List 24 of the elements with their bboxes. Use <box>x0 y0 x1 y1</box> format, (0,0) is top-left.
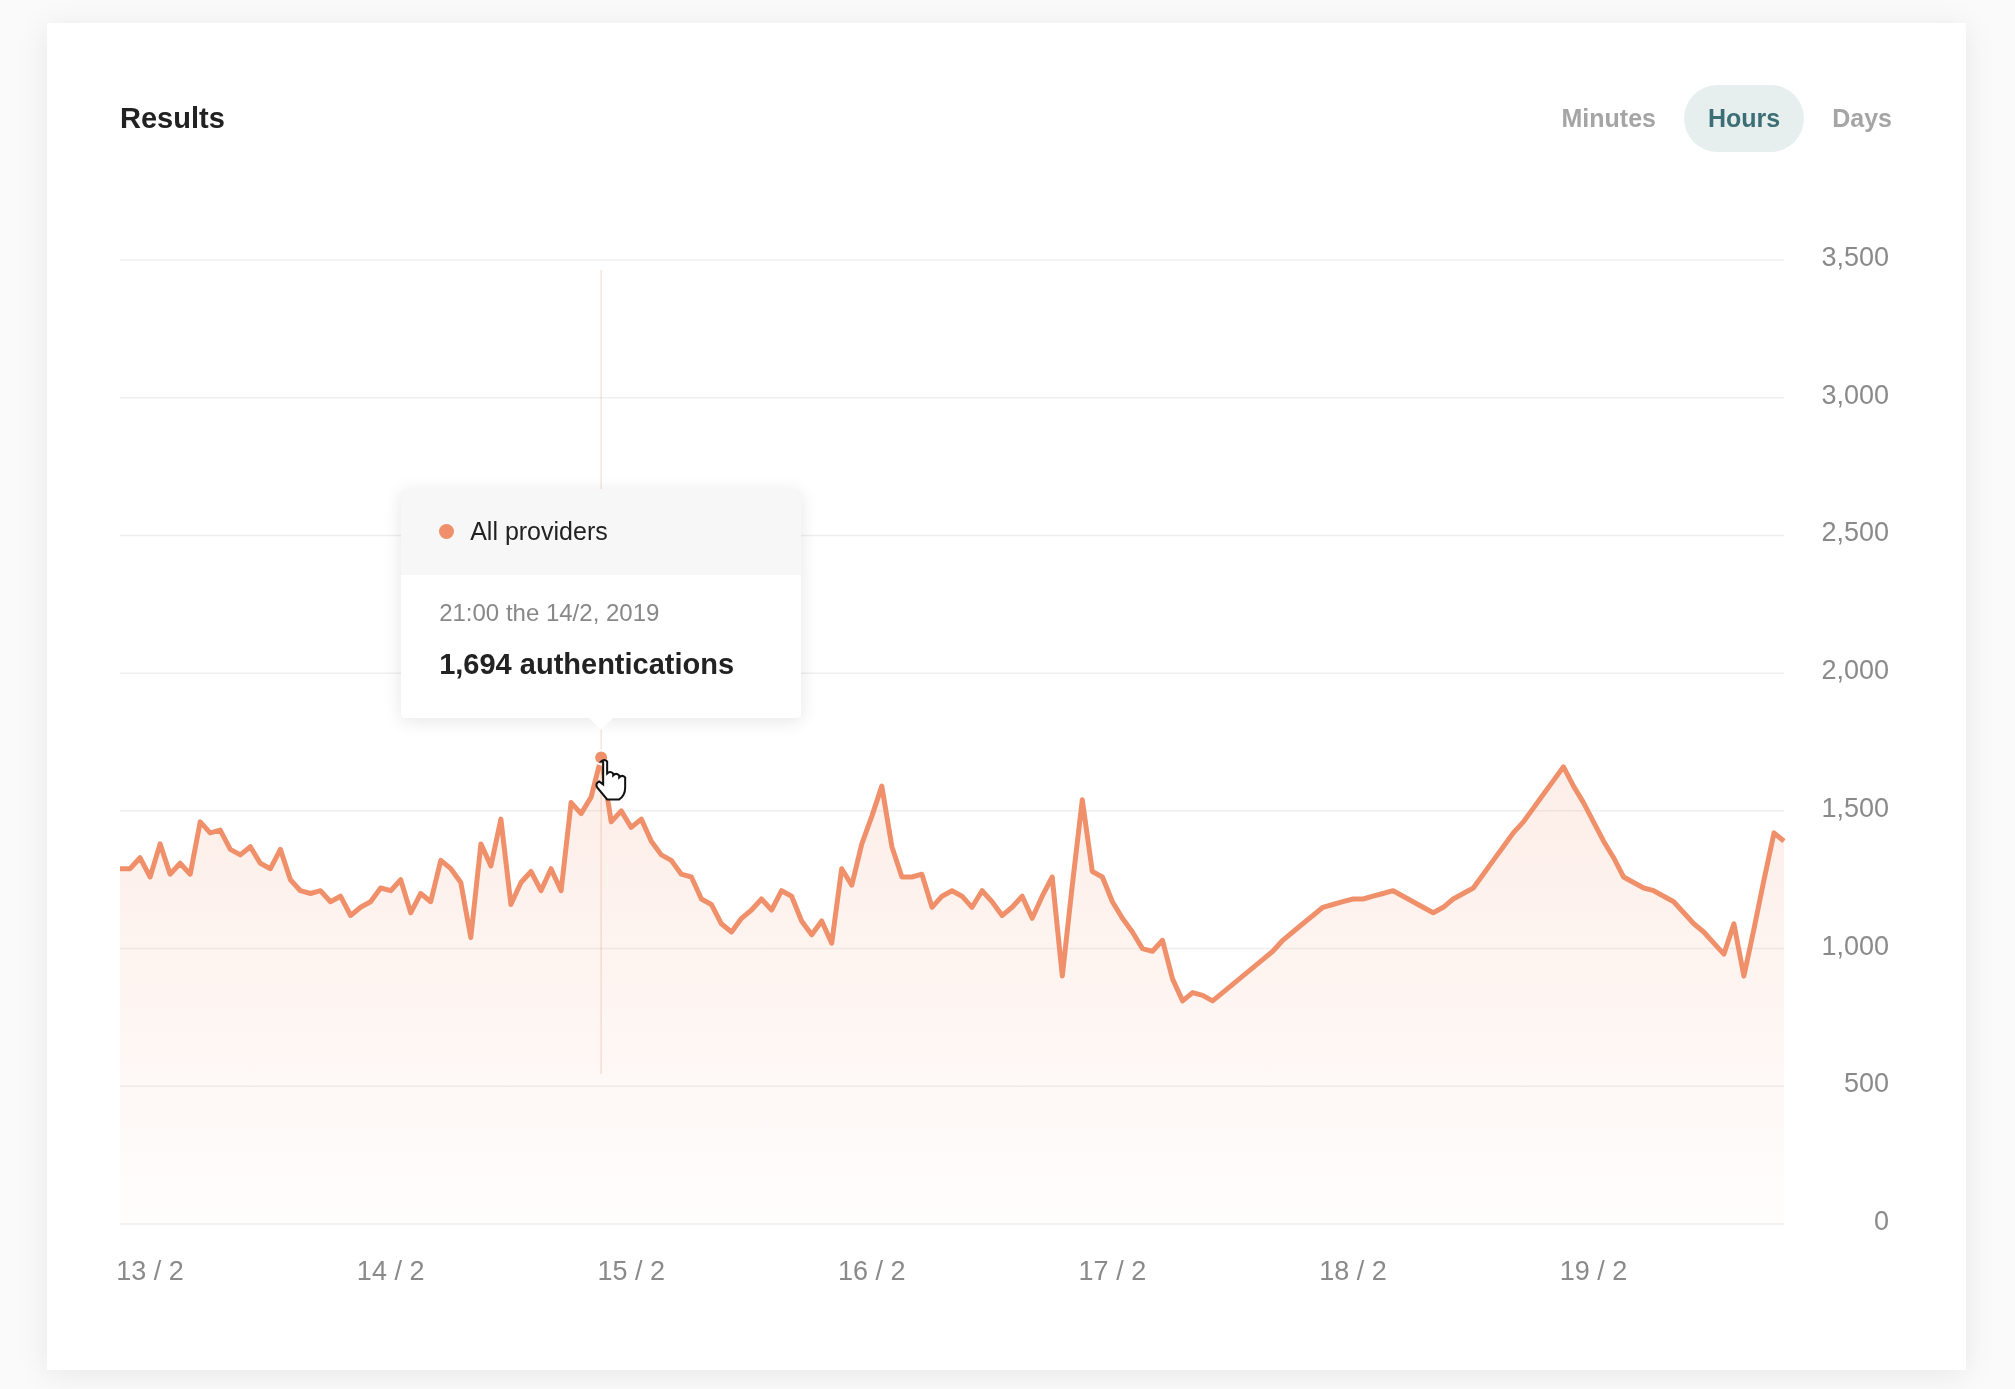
axis-label: 19 / 2 <box>1559 1256 1628 1286</box>
axis-label: 1,500 <box>1821 792 1889 823</box>
series-dot <box>439 524 455 540</box>
axis-label: 3,000 <box>1821 379 1889 410</box>
axis-label: 15 / 2 <box>597 1256 665 1286</box>
axis-label: 17 / 2 <box>1078 1256 1147 1286</box>
axis-label: 1,000 <box>1821 930 1889 961</box>
card-title: Results <box>120 100 225 136</box>
range-tab[interactable]: Hours <box>1684 85 1805 152</box>
axis-label: 16 / 2 <box>838 1256 906 1286</box>
tooltip-time: 21:00 the 14/2, 2019 <box>439 597 661 628</box>
axis-label: 500 <box>1843 1068 1889 1099</box>
axis-label: 13 / 2 <box>116 1256 184 1286</box>
axis-label: 3,500 <box>1821 242 1889 272</box>
tooltip-value: 1,694 authentications <box>439 646 736 682</box>
axis-label: 2,500 <box>1821 517 1889 548</box>
hand-cursor-icon <box>595 758 627 801</box>
range-tab[interactable]: Days <box>1808 85 1916 152</box>
axis-label: 18 / 2 <box>1319 1256 1387 1286</box>
series-name: All providers <box>470 516 608 547</box>
axis-label: 0 <box>1873 1206 1889 1236</box>
range-tab[interactable]: Minutes <box>1537 85 1680 152</box>
axis-label: 2,000 <box>1821 655 1889 686</box>
axis-label: 14 / 2 <box>356 1256 425 1286</box>
